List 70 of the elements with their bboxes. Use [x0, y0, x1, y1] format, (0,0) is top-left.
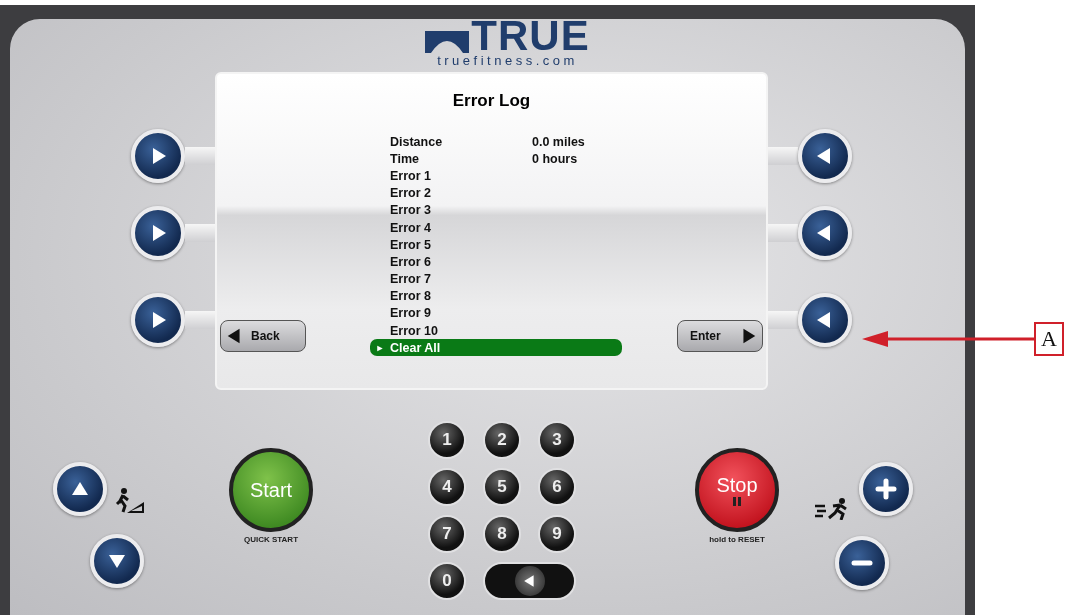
marker: ►: [375, 342, 385, 353]
item-label: Error 1: [390, 168, 432, 183]
number-key[interactable]: 2: [483, 421, 521, 459]
menu-item[interactable]: Error 4: [370, 218, 622, 237]
side-button[interactable]: [131, 206, 185, 260]
menu-item[interactable]: Error 3: [370, 201, 622, 219]
callout-label: A: [1034, 322, 1064, 356]
number-key[interactable]: 5: [483, 468, 521, 506]
number-key[interactable]: 8: [483, 515, 521, 553]
item-label: Error 5: [390, 237, 432, 252]
incline-up-button[interactable]: [53, 462, 107, 516]
enter-button[interactable]: Enter: [677, 320, 763, 353]
side-button[interactable]: [798, 206, 852, 260]
number-key[interactable]: 4: [428, 468, 466, 506]
number-key[interactable]: 6: [538, 468, 576, 506]
item-label: Clear All: [390, 340, 442, 355]
side-button[interactable]: [798, 293, 852, 347]
connector-bar: [768, 224, 798, 242]
menu-item[interactable]: Error 9: [370, 304, 622, 323]
number-key[interactable]: 9: [538, 515, 576, 553]
menu-item[interactable]: Error 7: [370, 270, 622, 288]
backspace-key[interactable]: [483, 562, 576, 600]
menu-item[interactable]: Distance 0.0 miles: [370, 133, 622, 151]
screen-title: Error Log: [451, 91, 532, 112]
number-key[interactable]: 7: [428, 515, 466, 553]
minus-icon: [851, 559, 873, 566]
back-button[interactable]: Back: [220, 320, 306, 353]
brand-logo: TRUE: [471, 19, 590, 53]
item-label: Error 2: [390, 186, 432, 201]
connector-bar: [185, 147, 215, 165]
plus-icon: [875, 478, 897, 500]
item-label: Error 9: [390, 306, 432, 321]
connector-bar: [768, 311, 798, 329]
item-value: 0.0 miles: [532, 134, 585, 149]
item-label: Error 10: [390, 323, 439, 338]
menu-item[interactable]: ► Clear All: [370, 339, 622, 357]
side-button[interactable]: [131, 293, 185, 347]
menu-item[interactable]: Time 0 hours: [370, 150, 622, 168]
item-label: Error 3: [390, 203, 432, 218]
item-label: Error 8: [390, 289, 432, 304]
menu-item[interactable]: Error 8: [370, 287, 622, 305]
menu-item[interactable]: Error 1: [370, 167, 622, 185]
speed-plus-button[interactable]: [859, 462, 913, 516]
item-label: Error 6: [390, 254, 432, 269]
menu-item[interactable]: Error 5: [370, 236, 622, 254]
menu-item[interactable]: Error 6: [370, 253, 622, 271]
incline-icon: [115, 488, 145, 514]
number-key[interactable]: 0: [428, 562, 466, 600]
start-caption: QUICK START: [243, 535, 299, 544]
item-label: Error 4: [390, 220, 432, 235]
connector-bar: [185, 311, 215, 329]
pause-icon: [733, 497, 741, 506]
item-label: Time: [390, 151, 420, 166]
connector-bar: [768, 147, 798, 165]
speed-minus-button[interactable]: [835, 535, 889, 590]
menu-item[interactable]: Error 2: [370, 184, 622, 202]
running-speed-icon: [815, 498, 849, 520]
stop-button[interactable]: Stop: [695, 448, 779, 532]
number-key[interactable]: 1: [428, 421, 466, 459]
website-url: truefitness.com: [437, 53, 578, 69]
side-button[interactable]: [798, 129, 852, 183]
number-key[interactable]: 3: [538, 421, 576, 459]
item-label: Distance: [390, 134, 444, 149]
incline-down-button[interactable]: [90, 533, 144, 588]
side-button[interactable]: [131, 129, 185, 183]
stop-caption: hold to RESET: [709, 535, 765, 544]
connector-bar: [185, 224, 215, 242]
menu-item[interactable]: Error 10: [370, 322, 622, 340]
item-value: 0 hours: [532, 151, 578, 166]
item-label: Error 7: [390, 272, 432, 287]
